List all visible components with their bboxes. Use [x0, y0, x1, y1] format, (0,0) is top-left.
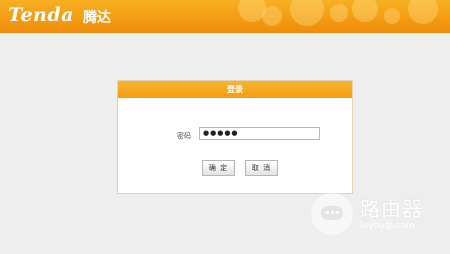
- login-panel-title: 登录: [118, 81, 352, 98]
- watermark-title: 路由器: [360, 197, 423, 221]
- password-input[interactable]: ●●●●●: [199, 127, 320, 140]
- brand-logo: Tenda: [8, 4, 74, 26]
- confirm-button[interactable]: 确 定: [202, 160, 235, 176]
- bubble-decoration: [262, 6, 282, 26]
- bubble-decoration: [330, 4, 348, 22]
- brand-logo-cn: 腾达: [83, 10, 111, 26]
- bubble-decoration: [408, 0, 438, 24]
- watermark-credit: 头条号 / 路由器设计: [361, 239, 433, 248]
- router-icon: [321, 206, 343, 220]
- password-label: 密码: [177, 132, 191, 140]
- router-led-icon: [331, 211, 334, 214]
- header-bar: Tenda 腾达: [0, 0, 450, 33]
- cancel-button[interactable]: 取 消: [245, 160, 278, 176]
- bubble-decoration: [352, 0, 378, 22]
- login-panel: 登录 密码 ●●●●● 确 定 取 消: [117, 80, 353, 194]
- router-led-icon: [326, 211, 329, 214]
- watermark-url: luyouqi.com: [360, 221, 416, 231]
- bubble-decoration: [384, 8, 400, 24]
- router-led-icon: [336, 211, 339, 214]
- bubble-decoration: [290, 0, 324, 26]
